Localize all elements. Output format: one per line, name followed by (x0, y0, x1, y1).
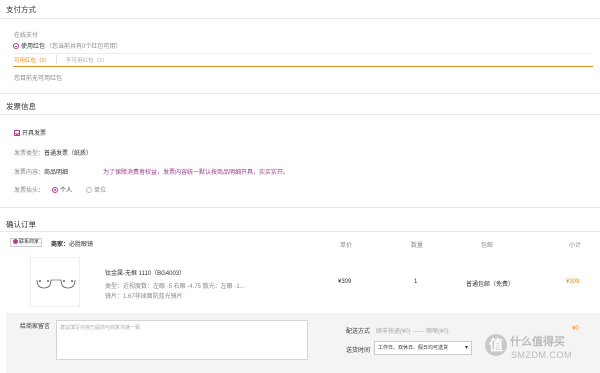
product-price: ¥309 (338, 279, 352, 285)
radio-personal[interactable]: 个人 (52, 185, 72, 194)
delivery-method-label: 配送方式 (346, 329, 371, 335)
invoice-type-label: 发票类型： (14, 151, 45, 157)
delivery-method-options[interactable]: 顺丰快递(¥0) ------ 噢噢(¥0) (376, 326, 449, 335)
divider (0, 18, 600, 19)
col-subtotal-header: 小计 (569, 243, 582, 249)
product-qty: 1 (414, 279, 418, 285)
invoice-content-label: 发票内容： (14, 170, 45, 176)
divider (0, 114, 600, 115)
glasses-icon (36, 279, 76, 289)
delivery-fee: ¥0 (572, 326, 579, 332)
hongbao-note: （您当前共有0个红包可用） (46, 44, 122, 50)
order-section-title: 确认订单 (6, 220, 36, 229)
invoice-section-title: 发票信息 (6, 102, 36, 111)
divider (0, 207, 600, 208)
watermark-domain: SMZDM.COM (511, 350, 572, 360)
tab-available-hongbao[interactable]: 可用红包（0） (14, 56, 50, 64)
message-textarea[interactable]: 建议填写内容已提前与商家沟通一致 (56, 320, 308, 360)
delivery-time-value: 工作日、双休日、假日均可送货 (378, 345, 449, 351)
invoice-content-note: 为了保障消费者权益，发票内容统一默认按商品明细开具，实买实开。 (103, 170, 290, 176)
chevron-down-icon: ▾ (464, 345, 468, 351)
watermark-brand: 什么值得买 (510, 336, 565, 348)
open-invoice-label: 开具发票 (22, 131, 47, 137)
online-payment-label: 在线支付 (14, 33, 39, 39)
product-subtotal: ¥309 (566, 279, 580, 285)
shop-label: 商家： (51, 242, 70, 248)
product-lens: 镜片：1.67非球面防蓝光镜片 (105, 294, 183, 300)
delivery-time-label: 送货时间 (346, 348, 371, 354)
tab-divider-top (13, 53, 593, 54)
hongbao-empty-text: 您目前无可用红包 (14, 76, 63, 82)
shipping-type: 普通包邮（免费） (466, 282, 515, 288)
chat-icon (13, 239, 18, 245)
product-title[interactable]: 钛金属-无框 1110（BG4003） (105, 268, 185, 277)
use-hongbao-label: 使用红包 (21, 44, 46, 50)
watermark-logo-icon: 值 (485, 334, 507, 356)
radio-personal-label: 个人 (60, 188, 73, 194)
col-shipping-header: 包邮 (481, 243, 494, 249)
radio-company[interactable]: 单位 (86, 185, 106, 194)
use-hongbao-row[interactable]: 使用红包（您当前共有0个红包可用） (13, 41, 121, 50)
product-spec: 类型：近视度数：左眼 -5 右眼 -4.75 散光：左眼 -1... (105, 284, 245, 290)
open-invoice-checkbox-row[interactable]: 开具发票 (14, 128, 46, 137)
radio-unselected-icon[interactable] (86, 187, 92, 194)
shop-name[interactable]: 必胜眼镜 (69, 242, 93, 248)
invoice-header-row: 发票抬头： (14, 185, 44, 194)
contact-seller-button[interactable]: 联系商家 (10, 238, 43, 247)
shop-row: 商家：必胜眼镜 (51, 239, 93, 248)
col-price-header: 单价 (340, 243, 353, 249)
checkbox-checked-icon[interactable] (14, 130, 20, 137)
tab-unavailable-hongbao[interactable]: 不可用红包（2） (66, 56, 108, 64)
contact-seller-label: 联系商家 (19, 239, 40, 245)
invoice-content-row: 发票内容：商品明细 (14, 167, 68, 176)
delivery-time-select[interactable]: 工作日、双休日、假日均可送货 ▾ (374, 341, 472, 355)
invoice-type-row: 发票类型：普通发票（纸质） (14, 148, 92, 157)
tab-separator (56, 55, 57, 64)
col-qty-header: 数量 (411, 243, 424, 249)
divider (0, 93, 600, 94)
tab-underline (13, 66, 593, 67)
payment-section-title: 支付方式 (6, 5, 36, 14)
invoice-header-label: 发票抬头： (14, 188, 45, 194)
invoice-content-value: 商品明细 (44, 170, 69, 176)
message-label: 给商家留言 (20, 324, 51, 330)
radio-selected-icon[interactable] (52, 187, 58, 194)
invoice-type-value: 普通发票（纸质） (44, 151, 93, 157)
divider (0, 231, 600, 232)
hongbao-toggle-icon[interactable] (13, 43, 19, 50)
product-image[interactable] (30, 257, 80, 307)
radio-company-label: 单位 (94, 188, 107, 194)
